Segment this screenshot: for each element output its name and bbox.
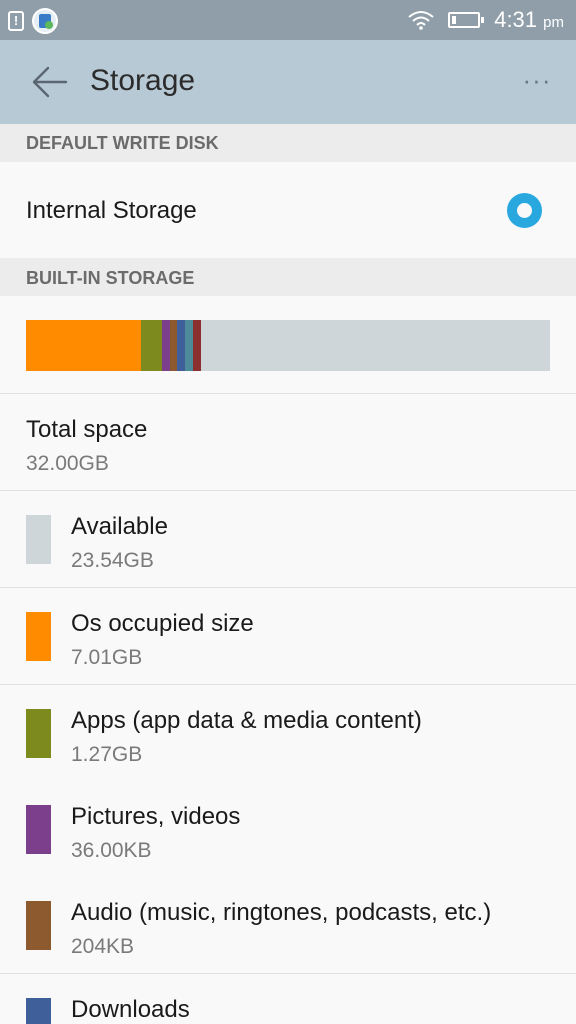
notification-alert-icon: ! [8,11,24,31]
wifi-icon [408,10,434,30]
storage-segment-os [26,320,141,371]
storage-segment-downloads [177,320,186,371]
storage-segment-audio [169,320,178,371]
available-label: Available [71,513,168,540]
page-title: Storage [90,64,196,97]
os-occupied-label: Os occupied size [71,610,254,637]
audio-row[interactable]: Audio (music, ringtones, podcasts, etc.)… [0,877,576,974]
total-space-label: Total space [26,416,148,443]
apps-color-swatch [26,709,51,758]
clock: 4:31 pm [494,7,564,33]
total-space-value: 32.00GB [26,452,109,475]
apps-value: 1.27GB [71,743,143,766]
apps-label: Apps (app data & media content) [71,707,422,734]
app-notification-icon [32,8,58,34]
pictures-videos-row[interactable]: Pictures, videos 36.00KB [0,781,576,878]
back-arrow-icon[interactable] [30,62,70,102]
storage-usage-bar [26,320,550,371]
internal-storage-label: Internal Storage [26,197,197,224]
storage-segment-pictures [161,320,170,371]
status-bar: ! 4:31 pm [0,0,576,40]
available-color-swatch [26,515,51,564]
apps-row[interactable]: Apps (app data & media content) 1.27GB [0,685,576,782]
pictures-videos-label: Pictures, videos [71,803,241,830]
storage-usage-area [0,296,576,394]
radio-selected-icon[interactable] [507,193,542,228]
storage-segment-cache [193,320,201,371]
clock-time: 4:31 [494,7,538,32]
downloads-row[interactable]: Downloads [0,974,576,1024]
internal-storage-option[interactable]: Internal Storage [0,162,576,258]
storage-segment-apps [140,320,162,371]
pictures-color-swatch [26,805,51,854]
audio-label: Audio (music, ringtones, podcasts, etc.) [71,899,492,926]
clock-ampm: pm [543,14,564,31]
pictures-videos-value: 36.00KB [71,839,152,862]
audio-value: 204KB [71,935,135,958]
downloads-label: Downloads [71,996,190,1023]
audio-color-swatch [26,901,51,950]
downloads-color-swatch [26,998,51,1024]
available-row[interactable]: Available 23.54GB [0,491,576,588]
section-header-built-in-storage: BUILT-IN STORAGE [0,258,576,296]
os-occupied-row[interactable]: Os occupied size 7.01GB [0,588,576,685]
section-header-default-write-disk: DEFAULT WRITE DISK [0,124,576,162]
available-value: 23.54GB [71,549,154,572]
app-bar: Storage ··· [0,40,576,124]
total-space-row[interactable]: Total space 32.00GB [0,394,576,491]
battery-icon [448,12,485,28]
os-occupied-value: 7.01GB [71,646,143,669]
os-color-swatch [26,612,51,661]
more-options-icon[interactable]: ··· [522,67,552,96]
storage-segment-misc [185,320,194,371]
